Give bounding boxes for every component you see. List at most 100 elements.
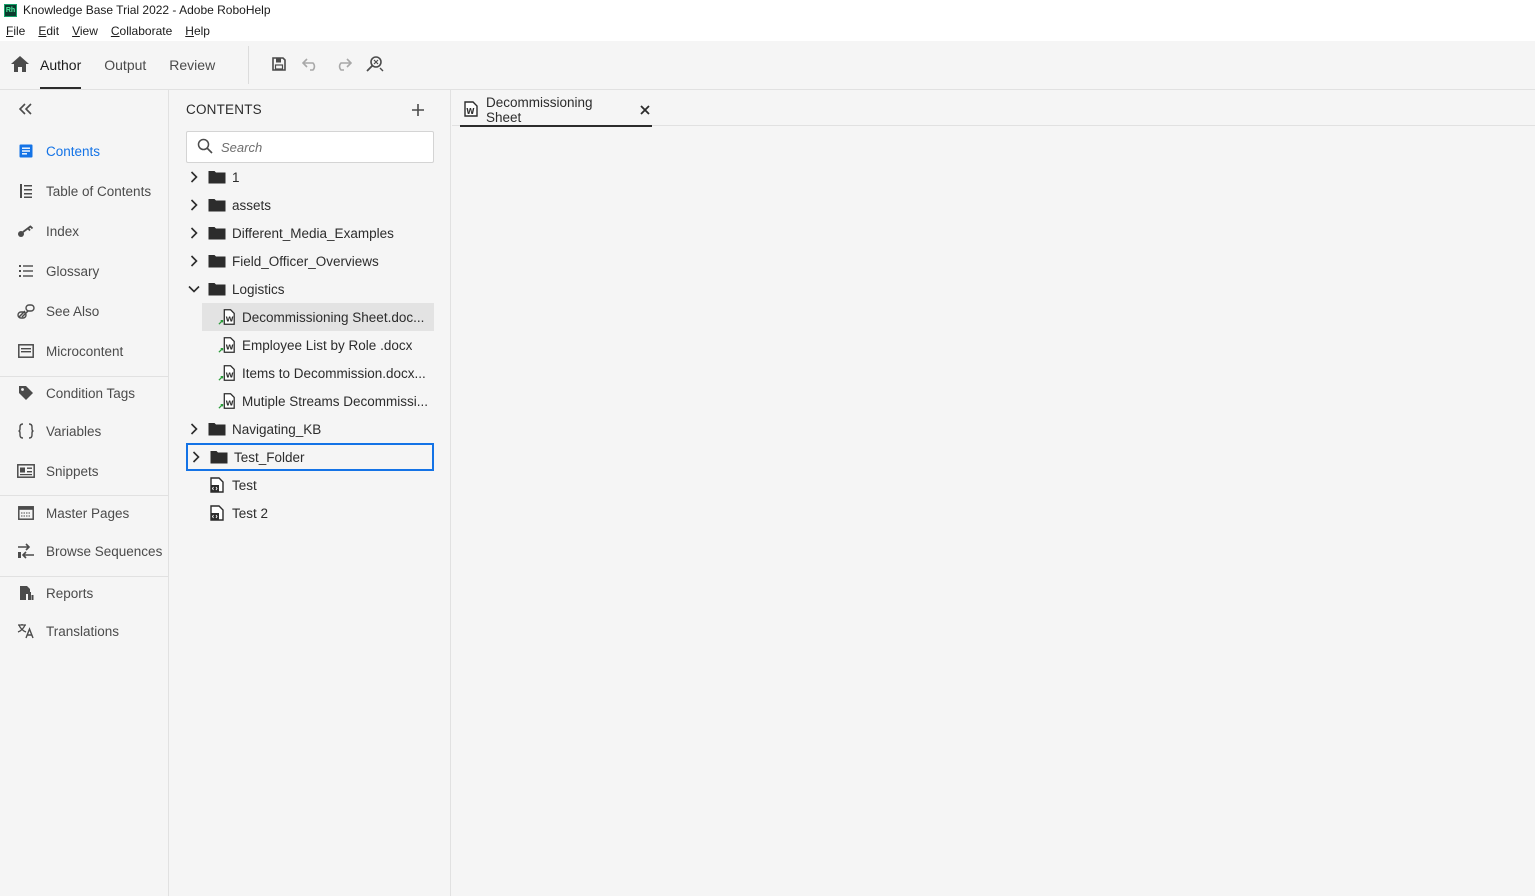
chevron-right-icon[interactable] [186, 421, 202, 437]
chevron-right-icon[interactable] [186, 169, 202, 185]
collapse-panel-button[interactable] [16, 100, 36, 120]
undo-icon [302, 57, 320, 74]
menu-view[interactable]: View [72, 24, 98, 38]
menu-edit[interactable]: Edit [38, 24, 59, 38]
nav-item-translations[interactable]: Translations [0, 616, 168, 646]
double-chevron-left-icon [18, 102, 33, 118]
redo-button[interactable] [327, 49, 359, 81]
chevron-right-icon[interactable] [186, 197, 202, 213]
home-icon [10, 55, 30, 76]
nav-item-label: Glossary [46, 263, 100, 279]
nav-item-label: Condition Tags [46, 385, 136, 401]
tree-item-label: Test_Folder [234, 449, 305, 465]
svg-text:W: W [466, 107, 475, 116]
tree-item-label: Decommissioning Sheet.doc... [242, 309, 425, 325]
tree-folder-different-media-examples[interactable]: Different_Media_Examples [186, 219, 434, 247]
document-tab[interactable]: W Decommissioning Sheet [460, 94, 652, 127]
nav-item-master-pages[interactable]: Master Pages [0, 498, 168, 528]
home-button[interactable] [0, 41, 40, 90]
menu-help[interactable]: Help [185, 24, 210, 38]
glossary-icon [16, 261, 36, 281]
tree-folder-1[interactable]: 1 [186, 163, 434, 191]
folder-icon [208, 421, 226, 437]
nav-divider [0, 495, 168, 496]
tree-item-label: Navigating_KB [232, 421, 322, 437]
nav-item-contents[interactable]: Contents [0, 136, 168, 166]
nav-item-label: Variables [46, 423, 102, 439]
microcontent-icon [16, 341, 36, 361]
menu-collaborate[interactable]: Collaborate [111, 24, 172, 38]
tree-item-label: Test 2 [232, 505, 269, 521]
tree-item-label: 1 [232, 169, 240, 185]
search-input[interactable] [221, 139, 421, 155]
svg-text:W: W [226, 315, 234, 324]
tag-icon [16, 383, 36, 403]
find-replace-button[interactable] [359, 49, 391, 81]
redo-icon [334, 57, 353, 74]
undo-button[interactable] [295, 49, 327, 81]
menu-file[interactable]: File [6, 24, 25, 38]
save-button[interactable] [263, 49, 295, 81]
close-icon[interactable] [638, 103, 652, 117]
tree-file-items-to-decommission[interactable]: W Items to Decommission.docx... [202, 359, 434, 387]
folder-icon [208, 197, 226, 213]
tab-output[interactable]: Output [104, 41, 146, 90]
chevron-down-icon[interactable] [186, 281, 202, 297]
nav-item-label: Translations [46, 623, 120, 639]
tree-item-label: Field_Officer_Overviews [232, 253, 379, 269]
browse-sequences-icon [16, 541, 36, 561]
tree-file-decommissioning-sheet[interactable]: W Decommissioning Sheet.doc... [202, 303, 434, 331]
tree-item-label: Employee List by Role .docx [242, 337, 413, 353]
folder-icon [208, 253, 226, 269]
nav-item-snippets[interactable]: Snippets [0, 456, 168, 486]
nav-item-microcontent[interactable]: Microcontent [0, 336, 168, 366]
nav-item-label: Table of Contents [46, 183, 152, 199]
tree-item-label: Mutiple Streams Decommissi... [242, 393, 429, 409]
chevron-right-icon[interactable] [186, 253, 202, 269]
svg-text:W: W [226, 371, 234, 380]
nav-item-reports[interactable]: Reports [0, 578, 168, 608]
nav-item-table-of-contents[interactable]: Table of Contents [0, 176, 168, 206]
tree-folder-field-officer-overviews[interactable]: Field_Officer_Overviews [186, 247, 434, 275]
chevron-right-icon[interactable] [188, 449, 204, 465]
main-toolbar: Author Output Review [0, 41, 1535, 90]
title-bar: Rh Knowledge Base Trial 2022 - Adobe Rob… [0, 0, 1535, 20]
svg-text:W: W [226, 399, 234, 408]
tree-folder-test-folder[interactable]: Test_Folder [186, 443, 434, 471]
tab-author[interactable]: Author [40, 41, 82, 90]
nav-item-browse-sequences[interactable]: Browse Sequences [0, 536, 168, 566]
linked-word-doc-icon: W [218, 393, 236, 409]
nav-item-label: Master Pages [46, 505, 130, 521]
tree-folder-assets[interactable]: assets [186, 191, 434, 219]
tree-file-employee-list[interactable]: W Employee List by Role .docx [202, 331, 434, 359]
add-button[interactable] [408, 101, 428, 121]
braces-icon [16, 421, 36, 441]
nav-item-see-also[interactable]: See Also [0, 296, 168, 326]
tree-topic-test[interactable]: Test [186, 471, 434, 499]
reports-icon [16, 583, 36, 603]
nav-item-variables[interactable]: Variables [0, 416, 168, 446]
nav-item-condition-tags[interactable]: Condition Tags [0, 378, 168, 408]
svg-text:W: W [226, 343, 234, 352]
search-box [186, 131, 434, 163]
key-icon [16, 221, 36, 241]
tree-item-label: assets [232, 197, 272, 213]
html-topic-icon [208, 505, 226, 521]
nav-divider [0, 376, 168, 377]
folder-icon [208, 225, 226, 241]
window-title: Knowledge Base Trial 2022 - Adobe RoboHe… [23, 3, 271, 17]
nav-divider [0, 576, 168, 577]
search-replace-icon [365, 55, 385, 76]
plus-icon [411, 103, 425, 120]
nav-item-label: Microcontent [46, 343, 124, 359]
tree-topic-test-2[interactable]: Test 2 [186, 499, 434, 527]
chevron-right-icon[interactable] [186, 225, 202, 241]
nav-item-label: Reports [46, 585, 94, 601]
tree-folder-navigating-kb[interactable]: Navigating_KB [186, 415, 434, 443]
tab-review[interactable]: Review [169, 41, 215, 90]
nav-item-label: Index [46, 223, 80, 239]
nav-item-glossary[interactable]: Glossary [0, 256, 168, 286]
tree-folder-logistics[interactable]: Logistics [186, 275, 434, 303]
tree-file-multiple-streams[interactable]: W Mutiple Streams Decommissi... [202, 387, 434, 415]
nav-item-index[interactable]: Index [0, 216, 168, 246]
